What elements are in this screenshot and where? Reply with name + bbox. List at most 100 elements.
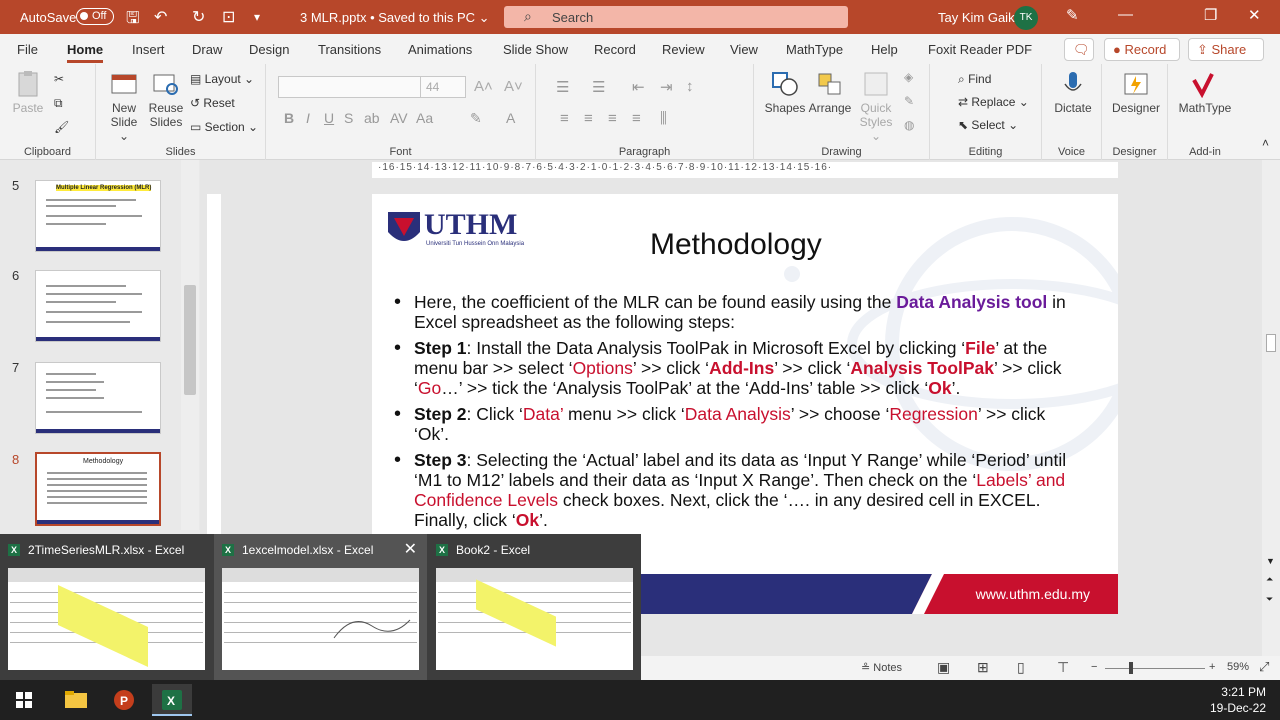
- bold-icon[interactable]: B: [284, 110, 294, 126]
- align-left-icon[interactable]: ≡: [560, 110, 569, 127]
- slide-thumbnail-5[interactable]: Multiple Linear Regression (MLR): [35, 180, 161, 252]
- arrange-button[interactable]: Arrange: [808, 70, 852, 115]
- shape-fill-icon[interactable]: ◈: [904, 70, 913, 84]
- change-case-icon[interactable]: Aa: [416, 110, 433, 126]
- pen-icon[interactable]: ✎: [1066, 6, 1079, 24]
- tab-draw[interactable]: Draw: [192, 42, 222, 57]
- zoom-slider-thumb[interactable]: [1129, 662, 1133, 674]
- shape-outline-icon[interactable]: ✎: [904, 94, 914, 108]
- file-explorer-button[interactable]: [56, 684, 96, 716]
- user-name[interactable]: Tay Kim Gaik: [938, 10, 1015, 25]
- zoom-slider[interactable]: [1105, 668, 1205, 669]
- tab-foxit[interactable]: Foxit Reader PDF: [928, 42, 1032, 57]
- tab-review[interactable]: Review: [662, 42, 705, 57]
- underline-icon[interactable]: U: [324, 110, 334, 126]
- increase-font-icon[interactable]: A˄: [474, 78, 493, 95]
- designer-button[interactable]: Designer: [1108, 70, 1164, 115]
- tab-animations[interactable]: Animations: [408, 42, 472, 57]
- next-slide-icon[interactable]: ⏷: [1266, 594, 1273, 605]
- shape-effects-icon[interactable]: ◍: [904, 118, 914, 132]
- quick-styles-button[interactable]: Quick Styles ⌄: [854, 70, 898, 143]
- replace-button[interactable]: ⇄ Replace ⌄: [958, 95, 1029, 109]
- slideshow-view-icon[interactable]: ⊤: [1057, 659, 1069, 676]
- tab-view[interactable]: View: [730, 42, 758, 57]
- preview-window-3[interactable]: X Book2 - Excel: [428, 534, 641, 680]
- shapes-button[interactable]: Shapes: [764, 70, 806, 115]
- font-color-icon[interactable]: A: [506, 110, 515, 126]
- slide-thumbnail-7[interactable]: [35, 362, 161, 434]
- find-button[interactable]: ⌕ Find: [958, 72, 991, 87]
- increase-indent-icon[interactable]: ⇥: [660, 78, 673, 96]
- normal-view-icon[interactable]: ▣: [937, 659, 950, 676]
- scrollbar-thumb[interactable]: [184, 285, 196, 395]
- close-icon[interactable]: ✕: [1248, 6, 1261, 24]
- tab-slide-show[interactable]: Slide Show: [503, 42, 568, 57]
- comments-icon[interactable]: 🗨: [1064, 38, 1094, 61]
- strikethrough-icon[interactable]: ab: [364, 110, 380, 126]
- system-clock[interactable]: 3:21 PM 19-Dec-22: [1210, 684, 1266, 716]
- redo-icon[interactable]: ↻: [192, 7, 205, 27]
- reset-button[interactable]: ↺ Reset: [190, 96, 235, 110]
- layout-button[interactable]: ▤ Layout ⌄: [190, 72, 254, 86]
- presenter-icon[interactable]: ⊡: [222, 7, 235, 27]
- reading-view-icon[interactable]: ▯: [1017, 659, 1025, 676]
- preview-window-2[interactable]: X 1excelmodel.xlsx - Excel ✕: [214, 534, 427, 680]
- slide-thumbnail-6[interactable]: [35, 270, 161, 342]
- zoom-out-icon[interactable]: −: [1091, 661, 1097, 673]
- numbering-icon[interactable]: ☰: [592, 78, 605, 96]
- close-preview-icon[interactable]: ✕: [404, 539, 417, 559]
- undo-icon[interactable]: ↶: [154, 7, 167, 27]
- restore-icon[interactable]: ❐: [1204, 6, 1217, 24]
- font-name-input[interactable]: [278, 76, 423, 98]
- slide-sorter-icon[interactable]: ⊞: [977, 659, 989, 676]
- char-spacing-icon[interactable]: AV: [390, 110, 408, 126]
- share-button[interactable]: ⇪ Share: [1188, 38, 1264, 61]
- tab-design[interactable]: Design: [249, 42, 289, 57]
- align-center-icon[interactable]: ≡: [584, 110, 593, 127]
- columns-icon[interactable]: ⫼: [660, 110, 667, 127]
- paste-button[interactable]: Paste: [10, 70, 46, 115]
- justify-icon[interactable]: ≡: [632, 110, 641, 127]
- slide-thumbnail-8[interactable]: Methodology: [35, 452, 161, 526]
- record-button[interactable]: ● Record: [1104, 38, 1180, 61]
- preview-window-1[interactable]: X 2TimeSeriesMLR.xlsx - Excel: [0, 534, 213, 680]
- zoom-level[interactable]: 59%: [1227, 661, 1249, 673]
- format-painter-icon[interactable]: 🖌: [54, 120, 69, 134]
- line-spacing-icon[interactable]: ↕: [686, 78, 694, 95]
- font-size-input[interactable]: 44: [420, 76, 466, 98]
- scroll-down-icon[interactable]: ▼: [1266, 556, 1275, 566]
- minimize-icon[interactable]: —: [1118, 6, 1133, 23]
- document-title[interactable]: 3 MLR.pptx • Saved to this PC ⌄: [300, 10, 490, 26]
- tab-record[interactable]: Record: [594, 42, 636, 57]
- tab-transitions[interactable]: Transitions: [318, 42, 381, 57]
- tab-help[interactable]: Help: [871, 42, 898, 57]
- search-box[interactable]: ⌕ Search: [504, 6, 848, 28]
- select-button[interactable]: ⬉ Select ⌄: [958, 118, 1018, 132]
- avatar[interactable]: TK: [1014, 6, 1038, 30]
- decrease-indent-icon[interactable]: ⇤: [632, 78, 645, 96]
- slide-title[interactable]: Methodology: [650, 228, 822, 262]
- cut-icon[interactable]: ✂: [54, 72, 64, 86]
- align-right-icon[interactable]: ≡: [608, 110, 617, 127]
- dictate-button[interactable]: Dictate: [1048, 70, 1098, 115]
- section-button[interactable]: ▭ Section ⌄: [190, 120, 258, 134]
- autosave-toggle[interactable]: Off: [76, 8, 114, 25]
- thumbnail-scrollbar[interactable]: [181, 160, 199, 530]
- tab-insert[interactable]: Insert: [132, 42, 165, 57]
- italic-icon[interactable]: I: [306, 110, 310, 126]
- mathtype-button[interactable]: MathType: [1174, 70, 1236, 115]
- new-slide-button[interactable]: New Slide ⌄: [104, 70, 144, 143]
- save-icon[interactable]: 🖫: [126, 7, 140, 34]
- highlight-icon[interactable]: ✎: [470, 110, 482, 127]
- tab-home[interactable]: Home: [67, 42, 104, 63]
- slide-body[interactable]: Here, the coefficient of the MLR can be …: [394, 292, 1074, 536]
- copy-icon[interactable]: ⧉: [54, 96, 63, 111]
- collapse-ribbon-icon[interactable]: ˄: [1262, 136, 1269, 150]
- scrollbar-thumb[interactable]: [1266, 334, 1276, 352]
- excel-taskbar-button[interactable]: X: [152, 684, 192, 716]
- tab-file[interactable]: File: [17, 42, 38, 57]
- customize-qat-icon[interactable]: ▾: [254, 10, 260, 24]
- bullets-icon[interactable]: ☰: [556, 78, 569, 96]
- reuse-slides-button[interactable]: Reuse Slides: [146, 70, 186, 129]
- zoom-in-icon[interactable]: +: [1209, 661, 1215, 673]
